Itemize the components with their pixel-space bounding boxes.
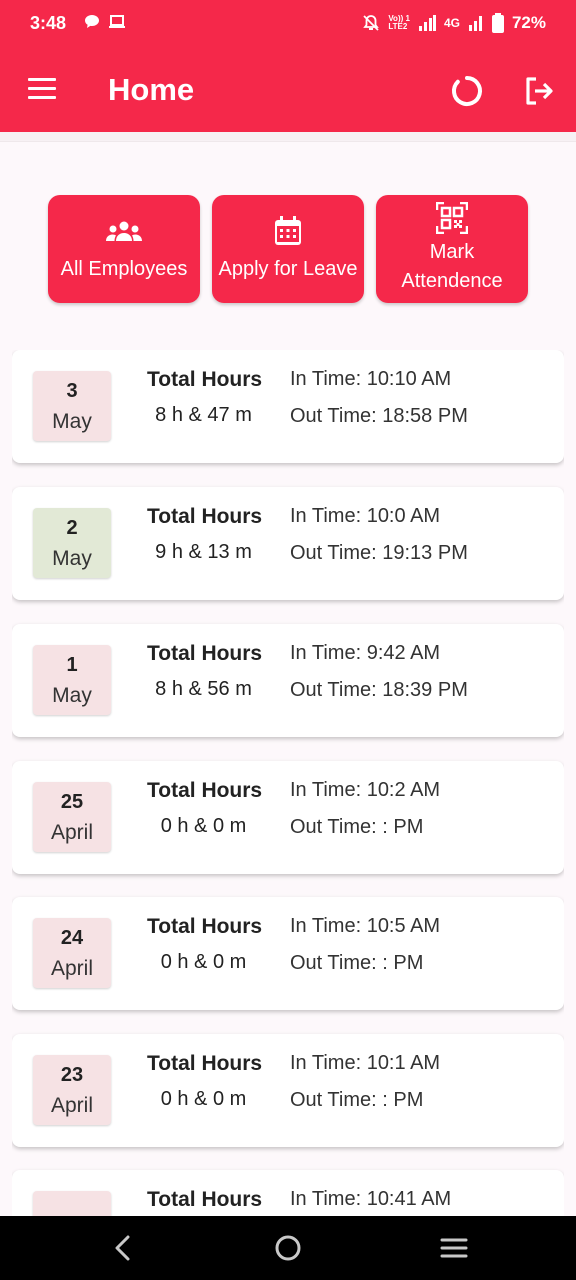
date-month: May	[52, 684, 92, 707]
system-nav-bar	[0, 1216, 576, 1280]
page-title: Home	[108, 72, 195, 107]
quick-actions: All Employees Apply for Leave Mark Atten…	[48, 195, 528, 303]
attendance-card[interactable]: 25 April Total Hours 0 h & 0 m In Time: …	[12, 761, 564, 874]
date-badge: 2 May	[33, 508, 111, 578]
total-hours-label: Total Hours	[147, 642, 263, 665]
attendance-card[interactable]: 3 May Total Hours 8 h & 47 m In Time: 10…	[12, 350, 564, 463]
date-month: May	[52, 547, 92, 570]
in-time: In Time: 10:41 AM	[290, 1188, 452, 1210]
total-hours-label: Total Hours	[147, 368, 263, 391]
total-hours-label: Total Hours	[147, 1188, 263, 1211]
calendar-icon	[274, 215, 302, 247]
signal-icon	[418, 15, 436, 31]
in-time: In Time: 10:2 AM	[290, 779, 441, 801]
battery-level: 72%	[511, 13, 546, 32]
recent-apps-icon[interactable]	[440, 1234, 468, 1262]
date-day: 2	[66, 517, 78, 539]
total-hours-value: 9 h & 13 m	[155, 541, 252, 563]
out-time: Out Time: : PM	[290, 816, 424, 838]
date-month: April	[50, 1094, 93, 1117]
in-time: In Time: 10:5 AM	[290, 915, 441, 937]
mute-bell-icon	[363, 15, 380, 31]
home-circle-icon[interactable]	[274, 1234, 302, 1262]
all-employees-button[interactable]: All Employees	[48, 195, 200, 303]
status-bar: 3:48 Vo)) 1 LTE2 4G 72%	[0, 0, 576, 48]
out-time: Out Time: 19:13 PM	[290, 542, 468, 564]
out-time: Out Time: 18:58 PM	[290, 405, 468, 427]
in-time: In Time: 10:10 AM	[290, 368, 452, 390]
in-time: In Time: 10:0 AM	[290, 505, 441, 527]
attendance-card[interactable]: 23 April Total Hours 0 h & 0 m In Time: …	[12, 1034, 564, 1147]
date-badge: 23 April	[33, 1055, 111, 1125]
mark-attendence-button[interactable]: Mark Attendence	[376, 195, 528, 303]
total-hours-value: 0 h & 0 m	[160, 1088, 247, 1110]
total-hours-label: Total Hours	[147, 1052, 263, 1075]
out-time: Out Time: 18:39 PM	[290, 679, 468, 701]
date-month: April	[50, 821, 93, 844]
network-type: 4G	[443, 16, 460, 30]
apply-leave-button[interactable]: Apply for Leave	[212, 195, 364, 303]
qr-code-icon	[436, 202, 468, 234]
attendance-card[interactable]: 2 May Total Hours 9 h & 13 m In Time: 10…	[12, 487, 564, 600]
laptop-icon	[109, 15, 125, 28]
battery-icon	[491, 13, 504, 33]
date-badge: 25 April	[33, 782, 111, 852]
refresh-icon[interactable]	[450, 74, 484, 108]
attendance-card[interactable]: Total Hours In Time: 10:41 AM	[12, 1170, 564, 1216]
people-icon	[105, 215, 143, 247]
attendance-card[interactable]: 1 May Total Hours 8 h & 56 m In Time: 9:…	[12, 624, 564, 737]
in-time: In Time: 9:42 AM	[290, 642, 441, 664]
mark-attendence-label-2: Attendence	[401, 270, 503, 292]
date-badge: 3 May	[33, 371, 111, 441]
date-month: April	[50, 957, 93, 980]
lte-label-2: LTE2	[388, 22, 408, 31]
menu-icon[interactable]	[28, 78, 56, 100]
signal-icon-2	[468, 16, 482, 31]
app-bar-divider	[0, 132, 576, 142]
in-time: In Time: 10:1 AM	[290, 1052, 441, 1074]
total-hours-value: 8 h & 56 m	[155, 678, 252, 700]
out-time: Out Time: : PM	[290, 952, 424, 974]
total-hours-label: Total Hours	[147, 915, 263, 938]
apply-leave-label: Apply for Leave	[218, 257, 358, 280]
all-employees-label: All Employees	[60, 257, 188, 280]
date-day: 23	[60, 1064, 84, 1086]
date-badge: 1 May	[33, 645, 111, 715]
total-hours-value: 0 h & 0 m	[160, 815, 247, 837]
out-time: Out Time: : PM	[290, 1089, 424, 1111]
back-icon[interactable]	[112, 1234, 134, 1262]
date-day: 25	[60, 791, 84, 813]
app-bar: Home	[0, 48, 576, 132]
attendance-card[interactable]: 24 April Total Hours 0 h & 0 m In Time: …	[12, 897, 564, 1010]
date-badge: 24 April	[33, 918, 111, 988]
message-bubble-icon	[85, 15, 99, 28]
status-time: 3:48	[30, 13, 67, 33]
total-hours-label: Total Hours	[147, 505, 263, 528]
total-hours-label: Total Hours	[147, 779, 263, 802]
date-day: 24	[60, 927, 84, 949]
total-hours-value: 8 h & 47 m	[155, 404, 252, 426]
logout-icon[interactable]	[522, 74, 556, 108]
date-day: 3	[66, 380, 78, 402]
date-month: May	[52, 410, 92, 433]
total-hours-value: 0 h & 0 m	[160, 951, 247, 973]
mark-attendence-label-1: Mark	[429, 241, 475, 263]
date-day: 1	[66, 654, 78, 676]
date-badge	[33, 1191, 111, 1216]
attendance-list[interactable]: 3 May Total Hours 8 h & 47 m In Time: 10…	[12, 350, 564, 1216]
